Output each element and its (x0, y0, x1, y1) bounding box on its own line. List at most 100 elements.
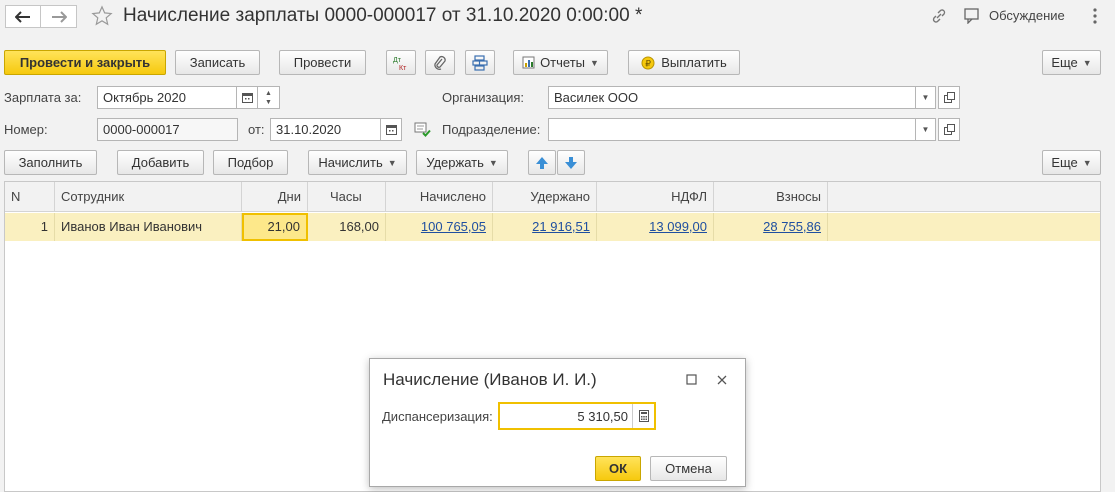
withheld-link[interactable]: 21 916,51 (532, 219, 590, 234)
hierarchy-icon (472, 54, 488, 71)
attachment-button[interactable] (425, 50, 455, 75)
discussion-link[interactable]: Обсуждение (989, 8, 1065, 23)
accrued-link[interactable]: 100 765,05 (421, 219, 486, 234)
calculator-button[interactable] (632, 404, 654, 428)
more-button[interactable]: Еще ▼ (1042, 50, 1101, 75)
move-up-button[interactable] (528, 150, 556, 175)
stepper-down-icon[interactable]: ▼ (265, 98, 272, 107)
close-icon[interactable] (716, 374, 728, 386)
department-open-button[interactable] (938, 118, 960, 141)
cell-accrued[interactable]: 100 765,05 (386, 213, 493, 241)
column-header-ndfl[interactable]: НДФЛ (597, 182, 714, 212)
salary-for-field[interactable]: Октябрь 2020 (97, 86, 237, 109)
svg-text:Дт: Дт (393, 57, 402, 64)
department-label: Подразделение: (442, 122, 541, 137)
structure-button[interactable] (465, 50, 495, 75)
withhold-dropdown[interactable]: Удержать ▼ (416, 150, 508, 175)
column-header-n[interactable]: N (5, 182, 55, 212)
column-header-accrued[interactable]: Начислено (386, 182, 493, 212)
more-vertical-icon[interactable] (1090, 7, 1100, 25)
dt-kt-icon: Дт Кт (393, 57, 407, 72)
chevron-down-icon: ▼ (921, 93, 930, 102)
column-header-days[interactable]: Дни (242, 182, 308, 212)
arrow-right-icon (51, 10, 67, 23)
move-down-button[interactable] (557, 150, 585, 175)
open-window-icon (943, 124, 955, 135)
save-button[interactable]: Записать (175, 50, 260, 75)
date-label: от: (248, 122, 265, 137)
document-check-icon[interactable] (414, 121, 432, 138)
dialog-title: Начисление (Иванов И. И.) (383, 370, 597, 389)
accrue-dropdown[interactable]: Начислить ▼ (308, 150, 407, 175)
cell-n[interactable]: 1 (5, 213, 55, 241)
accrual-dialog[interactable]: Начисление (Иванов И. И.) Диспансеризаци… (369, 358, 746, 487)
select-button[interactable]: Подбор (213, 150, 288, 175)
contributions-link[interactable]: 28 755,86 (763, 219, 821, 234)
ndfl-link[interactable]: 13 099,00 (649, 219, 707, 234)
reports-label: Отчеты (540, 55, 585, 70)
date-calendar-button[interactable] (381, 118, 402, 141)
period-stepper[interactable]: ▲ ▼ (258, 86, 280, 109)
favorite-star-icon[interactable] (91, 5, 113, 27)
date-field[interactable]: 31.10.2020 (270, 118, 381, 141)
organization-field[interactable]: Василек ООО (548, 86, 916, 109)
chevron-down-icon: ▼ (1082, 157, 1092, 168)
cell-contributions[interactable]: 28 755,86 (714, 213, 828, 241)
department-field[interactable] (548, 118, 916, 141)
cell-hours[interactable]: 168,00 (308, 213, 386, 241)
link-icon[interactable] (930, 8, 948, 24)
forward-button[interactable] (41, 5, 77, 28)
ok-button[interactable]: ОК (595, 456, 641, 481)
table-more-button[interactable]: Еще ▼ (1042, 150, 1101, 175)
stepper-up-icon[interactable]: ▲ (265, 89, 272, 98)
medical-exam-field[interactable]: 5 310,50 (498, 402, 656, 430)
post-and-close-button[interactable]: Провести и закрыть (4, 50, 166, 75)
calendar-icon (241, 93, 253, 103)
calculator-icon (638, 410, 649, 422)
number-field[interactable]: 0000-000017 (97, 118, 238, 141)
medical-exam-label: Диспансеризация: (382, 409, 493, 424)
organization-dropdown-button[interactable]: ▼ (916, 86, 936, 109)
chevron-down-icon: ▼ (1082, 57, 1092, 68)
discussion-icon[interactable] (964, 8, 982, 25)
arrow-left-icon (15, 10, 30, 23)
organization-open-button[interactable] (938, 86, 960, 109)
cell-days[interactable]: 21,00 (242, 213, 308, 241)
number-label: Номер: (4, 122, 48, 137)
salary-for-label: Зарплата за: (4, 90, 82, 105)
page-title: Начисление зарплаты 0000-000017 от 31.10… (123, 5, 643, 26)
column-header-withheld[interactable]: Удержано (493, 182, 597, 212)
chevron-down-icon: ▼ (921, 125, 930, 134)
cell-ndfl[interactable]: 13 099,00 (597, 213, 714, 241)
department-dropdown-button[interactable]: ▼ (916, 118, 936, 141)
svg-text:₽: ₽ (645, 58, 651, 68)
coin-icon: ₽ (641, 56, 655, 69)
add-button[interactable]: Добавить (117, 150, 204, 175)
table-header: N Сотрудник Дни Часы Начислено Удержано … (5, 182, 1100, 212)
cell-withheld[interactable]: 21 916,51 (493, 213, 597, 241)
svg-text:Кт: Кт (399, 65, 407, 72)
calendar-button[interactable] (237, 86, 258, 109)
back-button[interactable] (5, 5, 41, 28)
report-chart-icon (522, 56, 535, 69)
chevron-down-icon: ▼ (387, 157, 397, 168)
fill-button[interactable]: Заполнить (4, 150, 97, 175)
maximize-icon[interactable] (686, 374, 698, 386)
reports-dropdown[interactable]: Отчеты ▼ (513, 50, 608, 75)
dt-kt-button[interactable]: Дт Кт (386, 50, 416, 75)
table-row[interactable]: 1 Иванов Иван Иванович 21,00 168,00 100 … (5, 213, 1100, 241)
column-header-employee[interactable]: Сотрудник (55, 182, 242, 212)
column-header-hours[interactable]: Часы (308, 182, 386, 212)
arrow-up-icon (536, 156, 548, 169)
medical-exam-value[interactable]: 5 310,50 (577, 409, 628, 424)
pay-label: Выплатить (661, 55, 727, 70)
chevron-down-icon: ▼ (488, 157, 498, 168)
cancel-button[interactable]: Отмена (650, 456, 727, 481)
post-button[interactable]: Провести (279, 50, 366, 75)
calendar-icon (385, 125, 397, 135)
cell-employee[interactable]: Иванов Иван Иванович (55, 213, 242, 241)
column-header-contributions[interactable]: Взносы (714, 182, 828, 212)
paperclip-icon (434, 55, 446, 70)
pay-button[interactable]: ₽ Выплатить (628, 50, 740, 75)
table-more-label: Еще (1051, 155, 1078, 170)
